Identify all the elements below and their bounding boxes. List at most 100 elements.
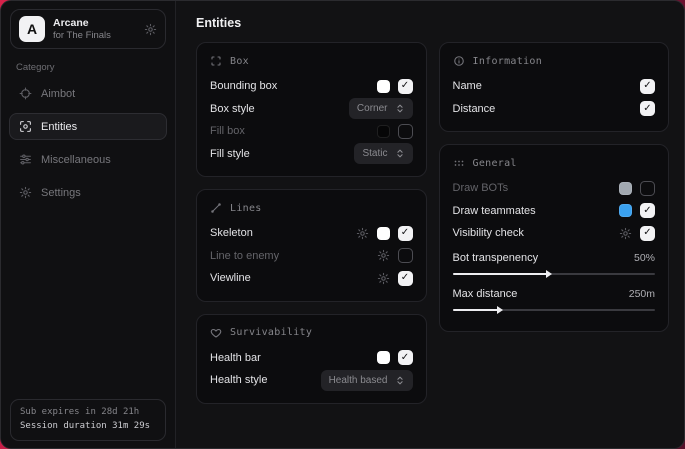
setting-row-box-style: Box style Corner [210, 98, 413, 121]
checkbox[interactable] [398, 124, 413, 139]
setting-label: Fill box [210, 125, 245, 137]
sub-expires-text: Sub expires in 28d 21h [20, 406, 156, 420]
right-column: Information Name Distance [439, 42, 670, 332]
sidebar-item-settings[interactable]: Settings [9, 179, 167, 206]
setting-label: Health style [210, 374, 267, 386]
sidebar-item-miscellaneous[interactable]: Miscellaneous [9, 146, 167, 173]
fill-style-dropdown[interactable]: Static [354, 143, 412, 164]
checkbox[interactable] [640, 181, 655, 196]
slider-fill [453, 273, 548, 275]
gear-icon[interactable] [619, 227, 632, 240]
health-style-dropdown[interactable]: Health based [321, 370, 413, 391]
checkbox[interactable] [640, 79, 655, 94]
setting-row-name: Name [453, 75, 656, 98]
sidebar: A Arcane for The Finals Category Aimbot [1, 1, 176, 448]
box-section: Box Bounding box Box style Corner [196, 42, 427, 177]
subscription-info-card: Sub expires in 28d 21h Session duration … [10, 399, 166, 441]
left-column: Box Bounding box Box style Corner [196, 42, 427, 404]
setting-label: Box style [210, 103, 255, 115]
checkbox[interactable] [640, 101, 655, 116]
gear-icon[interactable] [356, 227, 369, 240]
sidebar-item-label: Entities [41, 121, 77, 133]
setting-row-bounding-box: Bounding box [210, 75, 413, 98]
setting-row-fill-box: Fill box [210, 120, 413, 143]
color-swatch[interactable] [619, 182, 632, 195]
box-section-header: Box [210, 55, 413, 67]
section-title: Box [230, 56, 249, 67]
checkbox[interactable] [398, 248, 413, 263]
unfold-icon [395, 103, 405, 114]
color-swatch[interactable] [377, 125, 390, 138]
color-swatch[interactable] [377, 351, 390, 364]
setting-row-viewline: Viewline [210, 267, 413, 290]
checkbox[interactable] [398, 79, 413, 94]
sidebar-item-entities[interactable]: Entities [9, 113, 167, 140]
category-label: Category [16, 62, 175, 73]
setting-row-visibility-check: Visibility check [453, 222, 656, 245]
setting-row-draw-teammates: Draw teammates [453, 200, 656, 223]
columns: Box Bounding box Box style Corner [196, 42, 669, 404]
gear-icon[interactable] [377, 272, 390, 285]
app-logo: A [19, 16, 45, 42]
sidebar-nav: Aimbot Entities Miscellaneous Settings [1, 77, 175, 209]
sidebar-item-label: Miscellaneous [41, 154, 111, 166]
slider-fill [453, 309, 500, 311]
checkbox[interactable] [398, 350, 413, 365]
setting-label: Draw teammates [453, 205, 536, 217]
setting-label: Bot transpenency [453, 252, 539, 264]
main-panel: Entities Box Bounding box [176, 1, 684, 448]
survivability-section-header: Survivability [210, 327, 413, 339]
setting-label: Skeleton [210, 227, 253, 239]
page-title: Entities [196, 16, 669, 30]
box-style-dropdown[interactable]: Corner [349, 98, 413, 119]
max-distance-control: Max distance 250m [453, 284, 656, 311]
unfold-icon [395, 148, 405, 159]
checkbox[interactable] [398, 226, 413, 241]
color-swatch[interactable] [377, 227, 390, 240]
setting-label: Visibility check [453, 227, 524, 239]
arcane-window: A Arcane for The Finals Category Aimbot [0, 0, 685, 449]
setting-label: Draw BOTs [453, 182, 509, 194]
slider-thumb[interactable] [546, 270, 552, 278]
gear-icon [19, 186, 32, 199]
sidebar-item-aimbot[interactable]: Aimbot [9, 80, 167, 107]
setting-row-health-bar: Health bar [210, 347, 413, 370]
lines-section-header: Lines [210, 202, 413, 214]
setting-row-draw-bots: Draw BOTs [453, 177, 656, 200]
setting-row-line-to-enemy: Line to enemy [210, 245, 413, 268]
app-header-card: A Arcane for The Finals [10, 9, 166, 49]
setting-row-health-style: Health style Health based [210, 369, 413, 392]
sliders-icon [19, 153, 32, 166]
setting-row-distance: Distance [453, 98, 656, 121]
bounding-box-icon [210, 55, 222, 67]
app-settings-gear-icon[interactable] [144, 23, 157, 36]
checkbox[interactable] [640, 226, 655, 241]
sidebar-item-label: Settings [41, 187, 81, 199]
color-swatch[interactable] [619, 204, 632, 217]
setting-label: Distance [453, 103, 496, 115]
bot-transparency-control: Bot transpenency 50% [453, 248, 656, 275]
sidebar-item-label: Aimbot [41, 88, 75, 100]
checkbox[interactable] [640, 203, 655, 218]
color-swatch[interactable] [377, 80, 390, 93]
slider-value: 50% [634, 252, 655, 264]
slider-thumb[interactable] [497, 306, 503, 314]
setting-row-fill-style: Fill style Static [210, 143, 413, 166]
dropdown-value: Corner [357, 103, 388, 114]
lines-section: Lines Skeleton Line to enemy [196, 189, 427, 302]
survivability-section: Survivability Health bar Health style He… [196, 314, 427, 404]
bot-transparency-slider[interactable] [453, 273, 656, 275]
gear-icon[interactable] [377, 249, 390, 262]
max-distance-slider[interactable] [453, 309, 656, 311]
session-duration-text: Session duration 31m 29s [20, 420, 156, 434]
app-name: Arcane [53, 17, 111, 30]
setting-label: Bounding box [210, 80, 277, 92]
information-section: Information Name Distance [439, 42, 670, 132]
general-section: General Draw BOTs Draw teammates [439, 144, 670, 332]
diagonal-line-icon [210, 202, 222, 214]
checkbox[interactable] [398, 271, 413, 286]
unfold-icon [395, 375, 405, 386]
setting-label: Line to enemy [210, 250, 279, 262]
heart-icon [210, 327, 222, 339]
crosshair-icon [19, 87, 32, 100]
